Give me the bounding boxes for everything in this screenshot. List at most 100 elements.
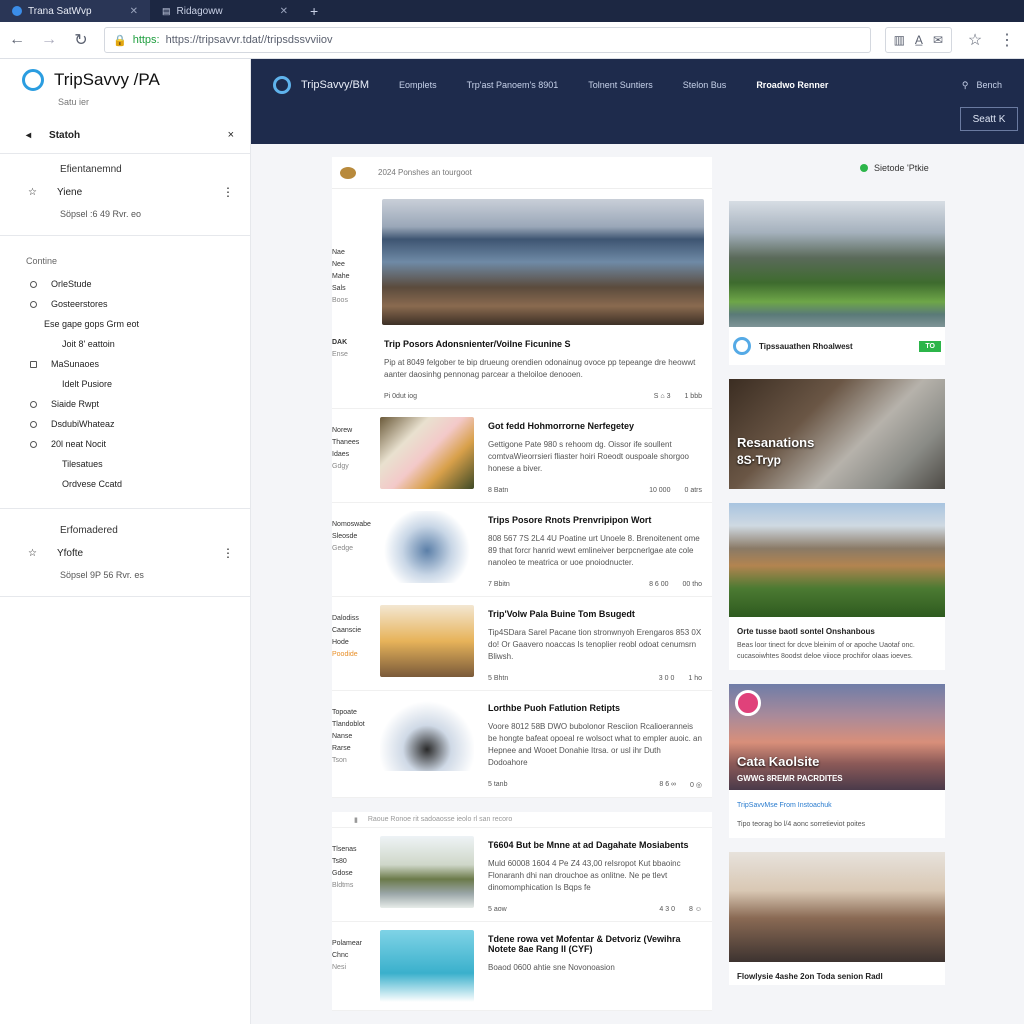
- mail-icon[interactable]: ✉: [933, 33, 943, 47]
- article-title[interactable]: Tdene rowa vet Mofentar & Detvoriz (Vewi…: [488, 934, 702, 954]
- reload-icon[interactable]: ↻: [72, 30, 90, 50]
- favorites-title: Efientanemnd: [60, 164, 122, 175]
- article-card[interactable]: Norew Thanees Idaes Gdgy Got fedd Hohmorrorn…: [332, 409, 712, 503]
- card-caption[interactable]: Flowlysie 4ashe 2on Toda senion Radl: [729, 962, 945, 985]
- site-name[interactable]: TripSavvy/BM: [301, 79, 369, 91]
- meta-line: Bldtms: [332, 882, 354, 889]
- category-label: Gosteerstores: [51, 299, 108, 309]
- hero-image[interactable]: [382, 199, 704, 325]
- article-title[interactable]: Got fedd Hohmorrorne Nerfegetey: [488, 421, 702, 431]
- article-meta: Norew Thanees Idaes Gdgy: [332, 417, 380, 494]
- promo-title[interactable]: Tipssauathen Rhoalwest: [759, 342, 853, 351]
- bookmark-star-icon[interactable]: ☆: [966, 30, 984, 50]
- sidebar-search[interactable]: ◂ Statoh ×: [0, 107, 250, 154]
- article-card[interactable]: Topoate Tlandoblot Nanse Rarse Tson Lorthbe P…: [332, 691, 712, 798]
- forward-arrow-icon[interactable]: →: [40, 31, 58, 49]
- promo-card[interactable]: Orte tusse baotl sontel Onshanbous Beas …: [729, 503, 945, 670]
- divider-icon: ▮: [354, 816, 358, 824]
- article-title[interactable]: Trip Posors Adonsnienter/Voilne Ficunine…: [384, 339, 702, 349]
- tab-title: Ridagoww: [176, 5, 223, 17]
- card-caption[interactable]: Orte tusse baotl sontel Onshanbous: [729, 617, 945, 640]
- recommended-item[interactable]: ☆ Yfofte ⋮: [0, 536, 250, 560]
- category-label: Tilesatues: [62, 459, 103, 469]
- browser-tab[interactable]: Trana SatWvp ✕: [0, 0, 150, 22]
- category-item[interactable]: Siaide Rwpt: [0, 394, 250, 414]
- sidebar-brand[interactable]: TripSavvy /PA: [0, 59, 250, 91]
- article-card[interactable]: Dalodiss Caanscie Hode Poodide Trip'Volw Pal…: [332, 597, 712, 691]
- nav-search[interactable]: ⚲ Bench: [962, 80, 1002, 91]
- more-options-icon[interactable]: ⋮: [222, 546, 234, 560]
- divider-text: Raoue Ronoe rit sadoaosse ieolo rl san r…: [367, 816, 513, 823]
- article-text: 808 567 7S 2L4 4U Poatine urt Unoele 8. …: [488, 534, 700, 567]
- nav-item[interactable]: Tolnent Suntiers: [588, 80, 653, 90]
- back-arrow-icon[interactable]: ←: [8, 31, 26, 49]
- reader-icon[interactable]: ▥: [894, 33, 905, 47]
- brand-name: TripSavvy /PA: [54, 70, 160, 89]
- site-logo-icon[interactable]: [273, 76, 291, 94]
- close-tab-icon[interactable]: ✕: [130, 6, 138, 17]
- category-item[interactable]: OrleStude: [0, 274, 250, 294]
- article-thumbnail[interactable]: [380, 417, 474, 489]
- village-image[interactable]: Resanations 8S·Tryp: [729, 379, 945, 489]
- menu-icon[interactable]: ⋮: [998, 30, 1016, 50]
- recommended-name: Yfofte: [56, 547, 84, 559]
- article-title[interactable]: Trip'Volw Pala Buine Tom Bsugedt: [488, 609, 702, 619]
- pin-icon: ☆: [28, 547, 37, 559]
- back-icon[interactable]: ◂: [26, 130, 31, 141]
- article-title[interactable]: Trips Posore Rnots Prenvripipon Wort: [488, 515, 702, 525]
- category-item[interactable]: Ese gape gops Grm eot: [0, 314, 250, 334]
- meta-line: Chnc: [332, 952, 349, 959]
- article-card[interactable]: Polamear Chnc Nesi Tdene rowa vet Mofentar …: [332, 922, 712, 1011]
- category-item[interactable]: Gosteerstores: [0, 294, 250, 314]
- group-photo-image[interactable]: [729, 852, 945, 962]
- mountain-lake-image[interactable]: [729, 201, 945, 327]
- browser-tab-bar: Trana SatWvp ✕ ▤ Ridagoww ✕ +: [0, 0, 1024, 22]
- url-field[interactable]: 🔒 https: https://tripsavvr.tdat//tripsds…: [104, 27, 871, 53]
- image-overlay-sub: GWWG 8REMR PACRDITES: [737, 774, 843, 783]
- category-item[interactable]: 20l neat Nocit: [0, 434, 250, 454]
- hero-article[interactable]: Nae Nee Mahe Sals Boos DAK Ense Trip Pos…: [332, 189, 712, 409]
- article-card[interactable]: Nomoswabe Sleosde Gedge Trips Posore Rnots …: [332, 503, 712, 597]
- article-stat: 8 ☺: [689, 906, 702, 913]
- category-item[interactable]: Idelt Pusiore: [0, 374, 250, 394]
- promo-card[interactable]: Flowlysie 4ashe 2on Toda senion Radl: [729, 852, 945, 985]
- article-card[interactable]: Tlsenas Ts80 Gdose Bldtms T6604 But be Mnne …: [332, 828, 712, 922]
- article-thumbnail[interactable]: [380, 836, 474, 908]
- promo-card[interactable]: Tipssauathen Rhoalwest TO: [729, 201, 945, 365]
- browser-tab[interactable]: ▤ Ridagoww ✕: [150, 0, 300, 22]
- favorite-item[interactable]: ☆ Yiene ⋮: [0, 175, 250, 199]
- nav-item[interactable]: Eomplets: [399, 80, 437, 90]
- mountain-path-image[interactable]: [729, 503, 945, 617]
- promo-card[interactable]: Resanations 8S·Tryp: [729, 379, 945, 489]
- more-options-icon[interactable]: ⋮: [222, 185, 234, 199]
- nav-item[interactable]: Stelon Bus: [683, 80, 727, 90]
- category-item[interactable]: Joit 8' eattoin: [0, 334, 250, 354]
- start-button[interactable]: Seatt K: [960, 107, 1018, 131]
- promo-card[interactable]: Cata Kaolsite GWWG 8REMR PACRDITES TripS…: [729, 684, 945, 838]
- translate-icon[interactable]: A̲: [915, 33, 923, 47]
- category-item[interactable]: MaSunaoes: [0, 354, 250, 374]
- card-link-row: TripSavvMse From Instoachuk: [729, 790, 945, 819]
- meta-line: Nanse: [332, 733, 353, 740]
- article-thumbnail[interactable]: [380, 605, 474, 677]
- article-thumbnail[interactable]: [380, 930, 474, 1002]
- article-title[interactable]: T6604 But be Mnne at ad Dagahate Mosiabe…: [488, 840, 702, 850]
- close-tab-icon[interactable]: ✕: [280, 6, 288, 17]
- article-thumbnail[interactable]: [380, 511, 474, 583]
- new-tab-button[interactable]: +: [300, 3, 328, 19]
- article-title[interactable]: Lorthbe Puoh Fatlution Retipts: [488, 703, 702, 713]
- category-item[interactable]: DsdubiWhateaz: [0, 414, 250, 434]
- avatar[interactable]: [340, 166, 356, 179]
- card-link[interactable]: TripSavvMse From Instoachuk: [737, 802, 832, 809]
- nav-item[interactable]: Trp'ast Panoem's 8901: [467, 80, 559, 90]
- address-bar-row: ← → ↻ 🔒 https: https://tripsavvr.tdat//t…: [0, 22, 1024, 59]
- lakeside-image[interactable]: Cata Kaolsite GWWG 8REMR PACRDITES: [729, 684, 945, 790]
- promo-badge[interactable]: TO: [919, 340, 941, 352]
- category-item[interactable]: Tilesatues: [0, 454, 250, 474]
- article-list-2: Tlsenas Ts80 Gdose Bldtms T6604 But be Mnne …: [332, 828, 712, 1011]
- category-label: OrleStude: [51, 279, 92, 289]
- category-item[interactable]: Ordvese Ccatd: [0, 474, 250, 494]
- nav-item-active[interactable]: Rroadwo Renner: [756, 80, 828, 90]
- article-thumbnail[interactable]: [380, 699, 474, 771]
- close-icon[interactable]: ×: [228, 129, 234, 141]
